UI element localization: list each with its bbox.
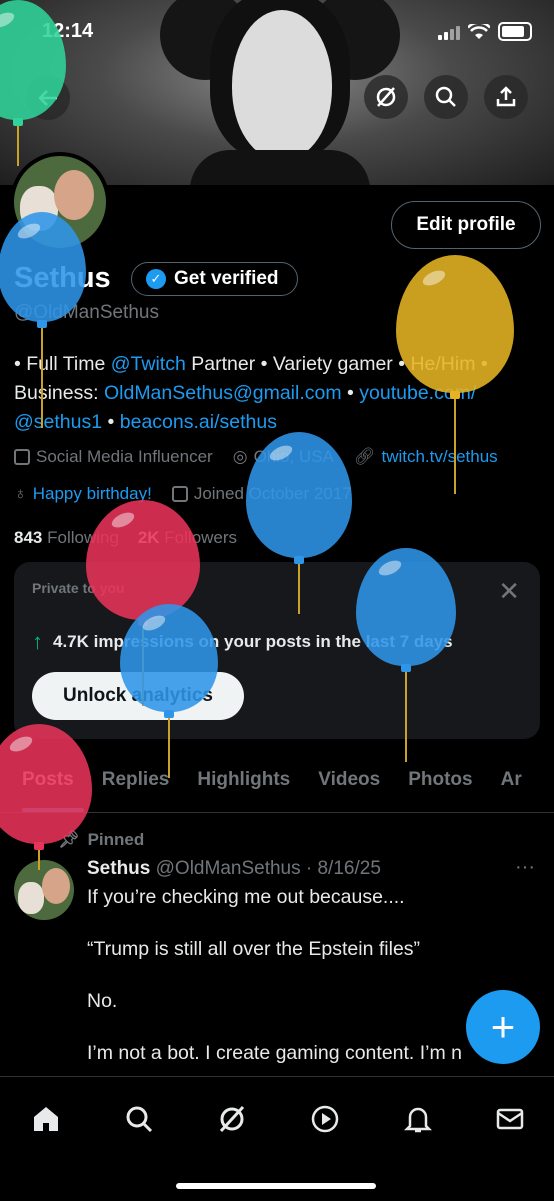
nav-notifications[interactable]	[398, 1099, 438, 1139]
tab-photos[interactable]: Photos	[394, 752, 486, 808]
profile-handle: @OldManSethus	[14, 302, 159, 323]
profile-category: Social Media Influencer	[36, 447, 213, 466]
bio-text: • Full Time	[14, 353, 111, 375]
profile-avatar[interactable]	[10, 152, 110, 252]
youtube-link-handle[interactable]: @sethus1	[14, 411, 102, 433]
nav-video[interactable]	[305, 1099, 345, 1139]
back-arrow-icon	[38, 90, 57, 106]
grok-icon	[219, 1105, 245, 1133]
get-verified-label: Get verified	[174, 268, 279, 289]
profile-meta-row: Social Media Influencer ◎ Ohio, USA 🔗︎ t…	[14, 447, 498, 467]
bio-text: Partner • Variety gamer • He/Him •	[185, 353, 488, 375]
bio-text: •	[102, 411, 120, 433]
search-icon	[435, 86, 456, 107]
compose-post-button[interactable]: +	[466, 990, 540, 1064]
pin-icon: 📌︎	[58, 830, 80, 849]
email-link[interactable]: OldManSethus@gmail.com	[104, 382, 342, 404]
profile-location: Ohio, USA	[253, 447, 334, 466]
post-line: No.	[87, 990, 118, 1012]
youtube-link[interactable]: youtube.com/	[359, 382, 476, 404]
profile-website-link[interactable]: twitch.tv/sethus	[381, 447, 497, 467]
grok-button[interactable]	[364, 75, 408, 119]
status-time: 12:14	[42, 20, 94, 42]
profile-tabs: Posts Replies Highlights Videos Photos A…	[0, 752, 554, 813]
post-avatar[interactable]	[14, 860, 74, 920]
post-body[interactable]: If you’re checking me out because.... “T…	[87, 884, 527, 1092]
status-icons	[438, 22, 532, 41]
battery-icon	[498, 22, 532, 41]
profile-meta-row-2: ♁ Happy birthday! Joined October 2017	[14, 484, 352, 504]
impressions-row: ↑ 4.7K impressions on your posts in the …	[32, 629, 453, 655]
more-options-icon[interactable]: ···	[515, 856, 535, 879]
private-label: Private to you	[32, 580, 125, 596]
banner-art-body	[190, 150, 370, 185]
profile-joined: Joined October 2017	[193, 484, 352, 503]
get-verified-button[interactable]: ✓ Get verified	[131, 262, 298, 296]
post-line: “Trump is still all over the Epstein fil…	[87, 938, 421, 960]
follow-counts: 843 Following 2K Followers	[14, 528, 237, 548]
profile-name: Sethus	[14, 262, 111, 294]
following-link[interactable]: 843 Following	[14, 528, 119, 547]
home-indicator	[176, 1183, 376, 1189]
link-icon: 🔗︎	[353, 447, 376, 466]
impressions-value: 4.7K	[53, 632, 89, 651]
analytics-card: Private to you ✕ ↑ 4.7K impressions on y…	[14, 562, 540, 739]
tab-highlights[interactable]: Highlights	[183, 752, 304, 808]
impressions-text: impressions on your posts in the last 7 …	[93, 632, 453, 651]
signal-icon	[438, 24, 460, 40]
search-icon	[126, 1106, 153, 1133]
location-pin-icon: ◎	[232, 447, 248, 466]
share-icon	[496, 86, 516, 107]
post-handle-date: @OldManSethus · 8/16/25	[155, 858, 381, 879]
tab-replies[interactable]: Replies	[88, 752, 184, 808]
verified-badge-icon: ✓	[146, 269, 166, 289]
followers-label: Followers	[164, 528, 238, 547]
followers-link[interactable]: 2K Followers	[138, 528, 237, 547]
nav-explore[interactable]	[119, 1099, 159, 1139]
balloon-icon: ♁	[14, 484, 27, 503]
nav-messages[interactable]	[490, 1099, 530, 1139]
unlock-analytics-button[interactable]: Unlock analytics	[32, 672, 244, 720]
beacons-link[interactable]: beacons.ai/sethus	[120, 411, 277, 433]
wifi-icon	[468, 23, 490, 39]
status-bar: 12:14	[0, 0, 554, 60]
arrow-up-icon: ↑	[32, 629, 43, 654]
home-icon	[34, 1107, 58, 1131]
nav-home[interactable]	[26, 1099, 66, 1139]
grok-icon	[376, 87, 396, 107]
followers-count: 2K	[137, 528, 160, 547]
tab-articles[interactable]: Ar	[487, 752, 536, 808]
bio-text: •	[341, 382, 360, 404]
play-icon	[311, 1105, 339, 1133]
tab-videos[interactable]: Videos	[304, 752, 394, 808]
briefcase-icon	[14, 449, 30, 465]
share-button[interactable]	[484, 75, 528, 119]
close-icon[interactable]: ✕	[498, 576, 520, 607]
pinned-label-row: 📌︎ Pinned	[58, 830, 144, 850]
nav-grok[interactable]	[212, 1099, 252, 1139]
calendar-icon	[171, 486, 188, 502]
following-label: Following	[47, 528, 119, 547]
post-line: I’m not a bot. I create gaming content. …	[87, 1042, 463, 1064]
bell-icon	[403, 1107, 433, 1133]
post-header: Sethus @OldManSethus · 8/16/25	[87, 858, 381, 880]
back-button[interactable]	[26, 76, 70, 120]
pinned-label: Pinned	[87, 830, 145, 849]
following-count: 843	[14, 528, 43, 547]
twitch-mention-link[interactable]: @Twitch	[111, 353, 186, 375]
tab-posts[interactable]: Posts	[0, 752, 88, 812]
search-button[interactable]	[424, 75, 468, 119]
birthday-link[interactable]: Happy birthday!	[33, 484, 152, 504]
edit-profile-button[interactable]: Edit profile	[391, 201, 541, 249]
mail-icon	[496, 1108, 524, 1130]
post-author[interactable]: Sethus	[87, 858, 150, 879]
bio-text: Business:	[14, 382, 104, 404]
profile-bio: • Full Time @Twitch Partner • Variety ga…	[14, 350, 539, 437]
post-line: If you’re checking me out because....	[87, 886, 405, 908]
